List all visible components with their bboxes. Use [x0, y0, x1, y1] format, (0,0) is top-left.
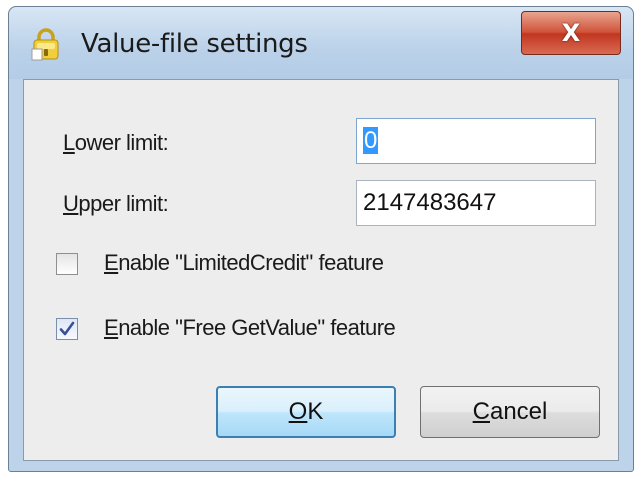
- checkmark-icon: [59, 321, 75, 341]
- cancel-label-text: ancel: [489, 398, 548, 425]
- limited-credit-label[interactable]: Enable "LimitedCredit" feature: [104, 250, 384, 276]
- window-title: Value-file settings: [81, 29, 308, 59]
- upper-limit-input[interactable]: 2147483647: [356, 180, 596, 226]
- upper-limit-label: Upper limit:: [63, 191, 169, 217]
- lower-limit-label-text: ower limit:: [74, 130, 169, 155]
- free-getvalue-checkbox[interactable]: [56, 318, 78, 340]
- upper-limit-access-key: U: [63, 191, 79, 216]
- dialog-body: Lower limit: 0 Upper limit: 2147483647 E…: [23, 79, 619, 461]
- upper-limit-value: 2147483647: [363, 189, 497, 216]
- close-icon: X: [561, 19, 581, 47]
- limited-credit-checkbox[interactable]: [56, 253, 78, 275]
- free-getvalue-label[interactable]: Enable "Free GetValue" feature: [104, 315, 396, 341]
- limited-credit-label-text: nable "LimitedCredit" feature: [118, 250, 384, 275]
- padlock-icon: [31, 27, 61, 61]
- lower-limit-access-key: L: [63, 130, 75, 155]
- cancel-access-key: C: [472, 398, 490, 425]
- close-button[interactable]: X: [521, 11, 621, 55]
- ok-access-key: O: [288, 398, 308, 425]
- upper-limit-label-text: pper limit:: [78, 191, 169, 216]
- lower-limit-label: Lower limit:: [63, 130, 169, 156]
- dialog-window: Value-file settings X Lower limit: 0 Upp…: [8, 6, 634, 472]
- lower-limit-input[interactable]: 0: [356, 118, 596, 164]
- ok-label-text: K: [307, 398, 324, 425]
- ok-button[interactable]: OK: [216, 386, 396, 438]
- limited-credit-access-key: E: [104, 250, 119, 275]
- lower-limit-value: 0: [363, 127, 379, 154]
- cancel-button[interactable]: Cancel: [420, 386, 600, 438]
- title-bar[interactable]: Value-file settings X: [9, 7, 633, 79]
- free-getvalue-access-key: E: [104, 315, 119, 340]
- free-getvalue-label-text: nable "Free GetValue" feature: [118, 315, 396, 340]
